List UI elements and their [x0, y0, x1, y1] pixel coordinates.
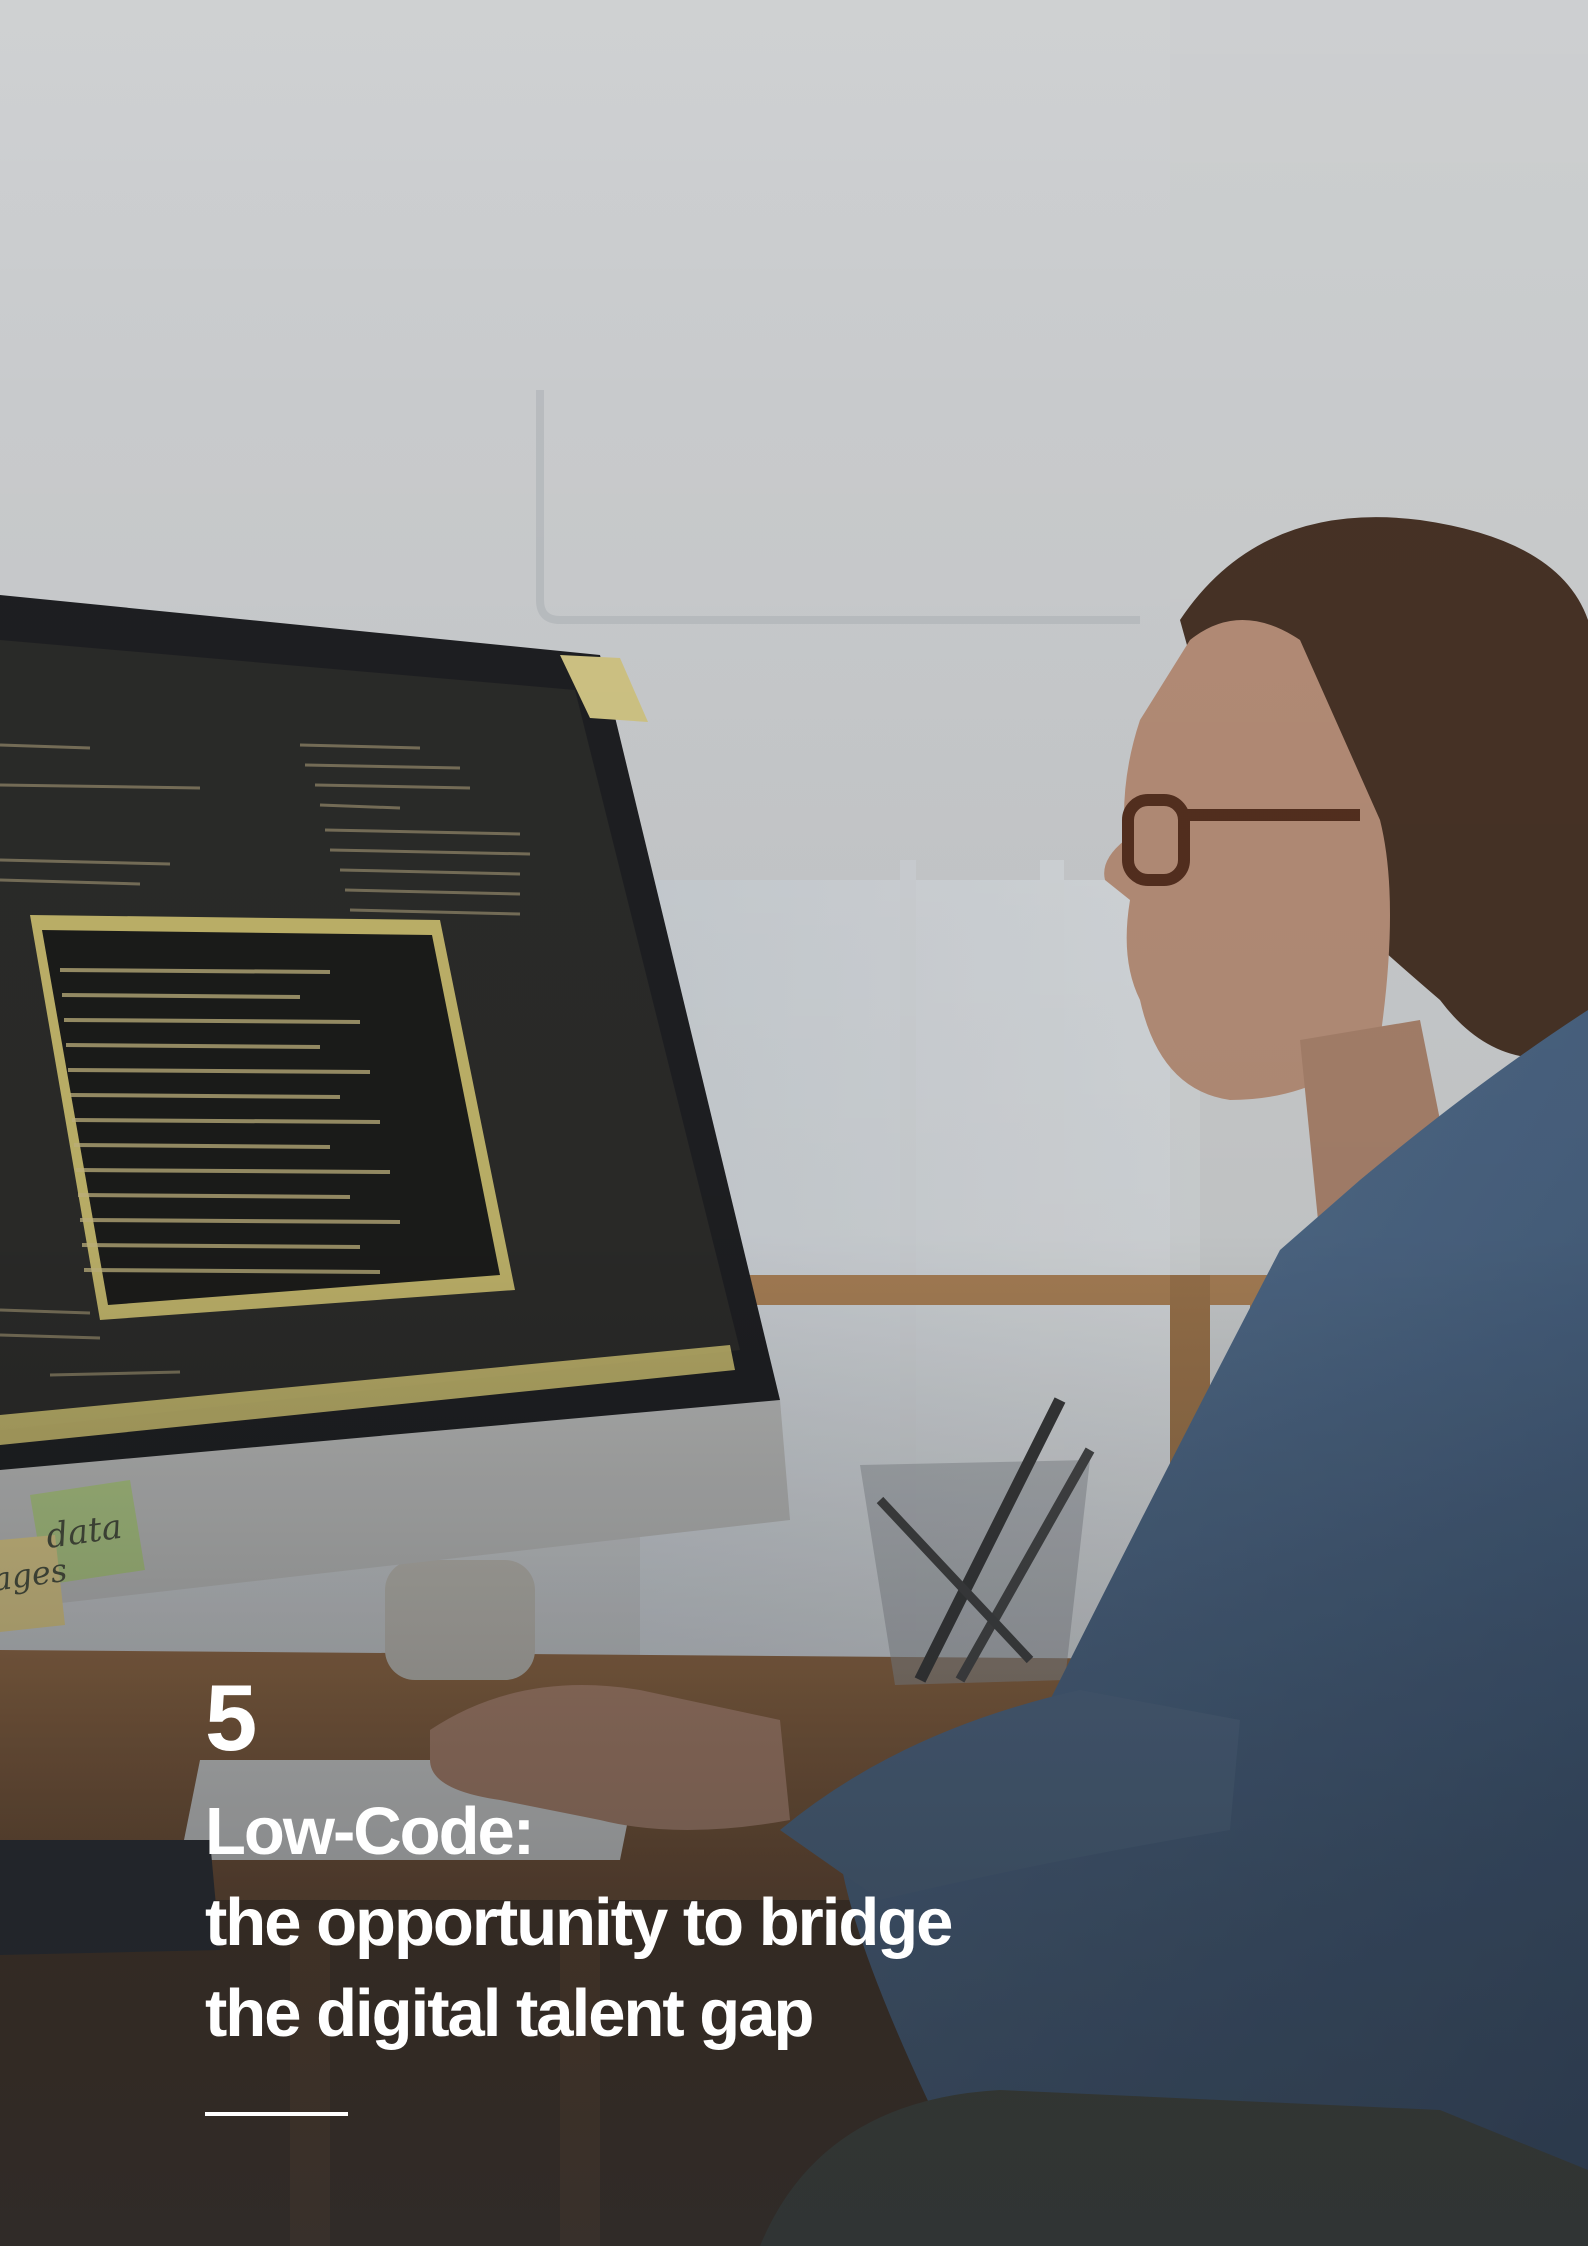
chapter-heading: 5 Low-Code: the opportunity to bridge th… — [205, 1668, 1305, 2059]
chapter-cover-page: data ages 5 Low-Code: the opportunity to… — [0, 0, 1588, 2246]
chapter-number: 5 — [205, 1665, 257, 1770]
chapter-title-line: the digital talent gap — [205, 1976, 814, 2051]
chapter-title-line: Low-Code: — [205, 1794, 535, 1869]
title-underline-rule — [205, 2112, 348, 2116]
chapter-title: Low-Code: the opportunity to bridge the … — [205, 1786, 1305, 2059]
chapter-title-line: the opportunity to bridge — [205, 1885, 953, 1960]
